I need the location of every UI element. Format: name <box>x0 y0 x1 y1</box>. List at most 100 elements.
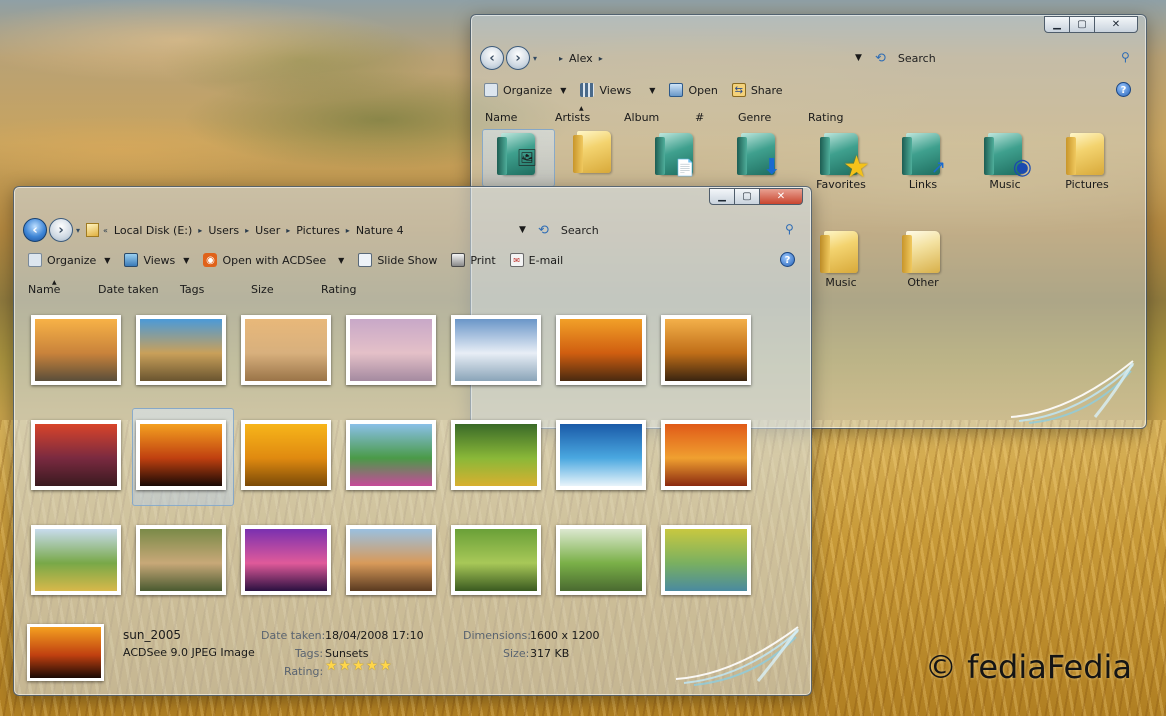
column-number[interactable]: # <box>695 111 704 124</box>
chevron-down-icon: ▼ <box>338 255 345 265</box>
breadcrumb-alex[interactable]: Alex <box>569 52 593 65</box>
breadcrumb-separator-icon[interactable]: ▸ <box>245 226 249 235</box>
breadcrumb-local-disk[interactable]: Local Disk (E:) <box>114 224 192 237</box>
forward-arrow-icon[interactable]: › <box>506 46 530 70</box>
folder-item[interactable]: 📄 <box>641 133 711 178</box>
photo-thumbnail-sand-dunes-beach[interactable] <box>241 315 331 385</box>
folder-item[interactable]: 🖼 <box>483 133 553 178</box>
photo-thumbnail-sun_2005[interactable] <box>136 420 226 490</box>
favorites-folder[interactable]: ★ Favorites <box>806 133 876 191</box>
pictures-folder[interactable]: Pictures <box>1052 133 1122 191</box>
breadcrumb-users[interactable]: Users <box>208 224 239 237</box>
photo-thumbnail-golden-valley-sunset[interactable] <box>661 315 751 385</box>
column-artists[interactable]: Artists <box>555 111 590 124</box>
close-button[interactable]: ✕ <box>759 188 803 205</box>
close-button[interactable]: ✕ <box>1094 16 1138 33</box>
other-folder[interactable]: Other <box>888 231 958 289</box>
refresh-icon[interactable]: ⟲ <box>538 223 549 238</box>
recent-pages-chevron-icon[interactable]: ▾ <box>76 226 80 235</box>
breadcrumb-separator-icon[interactable]: ▸ <box>599 54 603 63</box>
overflow-chevron-icon[interactable]: « <box>103 226 108 235</box>
documents-folder-icon: 📄 <box>655 133 695 177</box>
search-field[interactable]: ⟲ Search <box>538 223 599 238</box>
photo-thumbnail-autumn-forest[interactable] <box>661 420 751 490</box>
column-name[interactable]: Name <box>485 111 517 124</box>
column-genre[interactable]: Genre <box>738 111 771 124</box>
photo-thumbnail-green-hills-flowers[interactable] <box>451 420 541 490</box>
views-button[interactable]: Views ▼ <box>124 253 189 267</box>
maximize-button[interactable]: ▢ <box>1069 16 1095 33</box>
photo-thumbnail-lone-tree-field[interactable] <box>31 525 121 595</box>
column-rating[interactable]: Rating <box>808 111 843 124</box>
column-date-taken[interactable]: Date taken <box>98 283 159 296</box>
music-subfolder[interactable]: Music <box>806 231 876 289</box>
breadcrumb-separator-icon[interactable]: ▸ <box>346 226 350 235</box>
music-folder-icon: ◉ <box>984 133 1032 179</box>
minimize-button[interactable]: ▁ <box>709 188 735 205</box>
photo-thumbnail-mountain-lake-flowers[interactable] <box>346 420 436 490</box>
links-folder[interactable]: ↗ Links <box>888 133 958 191</box>
search-field[interactable]: ⟲ Search <box>875 51 936 66</box>
column-rating[interactable]: Rating <box>321 283 356 296</box>
print-button[interactable]: Print <box>451 253 496 267</box>
open-button[interactable]: Open <box>669 83 718 97</box>
rating-stars[interactable]: ★★★★★ <box>325 658 393 674</box>
address-dropdown-icon[interactable]: ▼ <box>855 53 862 63</box>
photo-thumbnail-snowy-forest[interactable] <box>451 315 541 385</box>
breadcrumb-separator-icon[interactable]: ▸ <box>559 54 563 63</box>
help-icon[interactable]: ? <box>780 252 795 267</box>
rating-label: Rating: <box>284 665 324 678</box>
open-with-acdsee-button[interactable]: ◉ Open with ACDSee ▼ <box>203 253 344 267</box>
aero-swoosh-decoration <box>675 626 800 686</box>
photo-thumbnail-ocean-wave[interactable] <box>556 420 646 490</box>
address-dropdown-icon[interactable]: ▼ <box>519 225 526 235</box>
refresh-icon[interactable]: ⟲ <box>875 51 886 66</box>
email-button[interactable]: ✉ E-mail <box>509 253 563 267</box>
date-taken-value[interactable]: 18/04/2008 17:10 <box>325 629 424 642</box>
help-icon[interactable]: ? <box>1116 82 1131 97</box>
breadcrumb-separator-icon[interactable]: ▸ <box>286 226 290 235</box>
photo-thumbnail-forest-path-rocks[interactable] <box>556 525 646 595</box>
breadcrumb-separator-icon[interactable]: ▸ <box>198 226 202 235</box>
photo-thumbnail-purple-tree-sunset[interactable] <box>241 525 331 595</box>
command-bar: Organize ▼ Views ▼ Open ⇆ Share <box>484 79 797 101</box>
details-pane: sun_2005 ACDSee 9.0 JPEG Image Date take… <box>27 622 787 682</box>
organize-button[interactable]: Organize ▼ <box>484 83 566 97</box>
music-folder[interactable]: ◉ Music <box>970 133 1040 191</box>
photo-thumbnail-pink-beach-waves[interactable] <box>346 315 436 385</box>
explorer-window-nature-4[interactable]: ▁ ▢ ✕ ‹ › ▾ « Local Disk (E:) ▸ Users ▸ … <box>13 186 812 696</box>
item-label: Links <box>908 178 938 191</box>
folder-item[interactable]: ⬇ <box>723 133 793 179</box>
photo-thumbnail-savanna-tree-sunset[interactable] <box>31 420 121 490</box>
slideshow-button[interactable]: Slide Show <box>358 253 437 267</box>
search-icon[interactable]: ⚲ <box>785 222 794 236</box>
recent-pages-chevron-icon[interactable]: ▾ <box>533 54 537 63</box>
photo-thumbnail-rocky-shore-sunset[interactable] <box>31 315 121 385</box>
back-arrow-icon[interactable]: ‹ <box>23 218 47 242</box>
forward-arrow-icon[interactable]: › <box>49 218 73 242</box>
photo-thumbnail-birds-sunset[interactable] <box>241 420 331 490</box>
photo-thumbnail-misty-sunset-forest[interactable] <box>556 315 646 385</box>
share-button[interactable]: ⇆ Share <box>731 83 783 97</box>
views-button[interactable]: Views ▼ <box>580 83 655 97</box>
organize-button[interactable]: Organize ▼ <box>28 253 110 267</box>
photo-thumbnail-garden-stairs[interactable] <box>136 525 226 595</box>
column-tags[interactable]: Tags <box>180 283 204 296</box>
breadcrumb-user[interactable]: User <box>255 224 280 237</box>
sort-arrow-icon: ▲ <box>52 279 57 286</box>
organize-label: Organize <box>503 83 553 97</box>
maximize-button[interactable]: ▢ <box>734 188 760 205</box>
photo-thumbnail-autumn-river-trees[interactable] <box>661 525 751 595</box>
back-arrow-icon[interactable]: ‹ <box>480 46 504 70</box>
email-icon: ✉ <box>509 253 524 267</box>
minimize-button[interactable]: ▁ <box>1044 16 1070 33</box>
photo-thumbnail-tropical-beach-rocks[interactable] <box>136 315 226 385</box>
search-icon[interactable]: ⚲ <box>1121 50 1130 64</box>
photo-thumbnail-oak-tree-meadow[interactable] <box>451 525 541 595</box>
breadcrumb-pictures[interactable]: Pictures <box>296 224 340 237</box>
column-size[interactable]: Size <box>251 283 274 296</box>
photo-thumbnail-island-tree-beach[interactable] <box>346 525 436 595</box>
breadcrumb-nature-4[interactable]: Nature 4 <box>356 224 404 237</box>
column-album[interactable]: Album <box>624 111 659 124</box>
folder-item[interactable] <box>559 131 629 176</box>
